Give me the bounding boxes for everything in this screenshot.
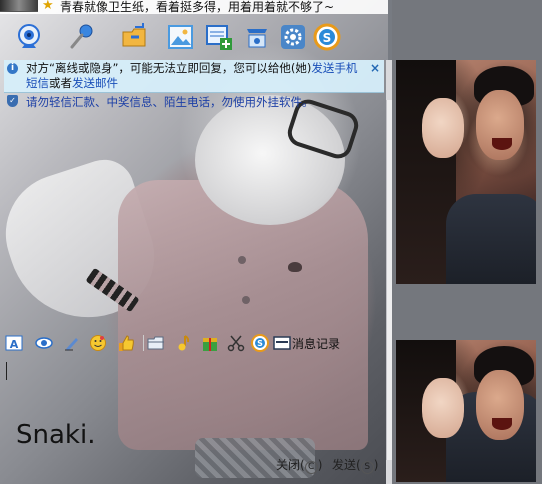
font-icon[interactable]: A [4,334,24,352]
settings-icon[interactable] [278,22,308,52]
voice-call-icon[interactable] [66,22,96,52]
contact-avatar[interactable] [0,0,38,12]
photo-face-left [422,378,464,438]
add-app-icon[interactable] [204,22,234,52]
screen-icon[interactable] [272,334,292,352]
input-toolbar: A S 消息记录 [0,332,388,354]
chat-toolbar: S [0,22,388,58]
svg-text:S: S [257,339,263,348]
gift-icon[interactable] [200,334,220,352]
background-photo-button [238,256,246,264]
scissors-icon[interactable] [226,334,246,352]
message-history-button[interactable]: 消息记录 [292,335,340,352]
photo-face-left [422,98,464,158]
image-icon[interactable] [166,22,196,52]
remote-assist-icon[interactable] [242,22,272,52]
security-icon[interactable]: S [250,334,270,352]
folder-icon[interactable] [146,334,166,352]
video-call-icon[interactable] [14,22,44,52]
thumb-icon[interactable] [116,334,136,352]
close-icon[interactable]: × [370,61,380,76]
self-show-photo[interactable] [396,340,536,482]
offline-notice: i 对方“离线或隐身”，可能无法立即回复，您可以给他(她)发送手机短信或者发送邮… [4,60,384,93]
svg-text:S: S [323,31,332,45]
contact-status-bar: ★ 青春就像卫生纸，看着挺多得，用着用着就不够了~ [0,0,388,14]
background-photo-button [242,296,250,304]
send-mail-link[interactable]: 发送邮件 [72,76,118,90]
music-icon[interactable] [172,334,192,352]
qq-security-icon[interactable]: S [312,22,342,52]
contact-signature: 青春就像卫生纸，看着挺多得，用着用着就不够了~ [60,0,335,14]
photo-body [446,194,536,284]
side-panel [392,0,542,484]
close-button-label: 关闭( [276,458,305,472]
input-caret [6,362,7,380]
edit-icon[interactable] [62,334,82,352]
close-button[interactable]: 关闭(C) [276,456,322,474]
eye-icon[interactable] [34,334,54,352]
security-warning-text: 请勿轻信汇款、中奖信息、陌生电话，勿使用外挂软件。 [26,95,314,109]
chat-window: ★ 青春就像卫生纸，看着挺多得，用着用着就不够了~ S i 对方“离线或隐身”，… [0,0,388,484]
shield-icon: ✓ [7,95,18,107]
send-file-icon[interactable] [120,22,150,52]
background-photo-logo [288,262,302,272]
toolbar-separator [143,335,144,351]
info-icon: i [7,63,18,74]
close-shortcut: C [304,461,318,474]
emoji-icon[interactable] [88,334,108,352]
signature-art: Snaki. [16,420,96,450]
send-shortcut: S [360,461,374,474]
notice-text: 对方“离线或隐身”，可能无法立即回复，您可以给他(她)发送手机短信或者发送邮件 [26,61,366,91]
contact-show-photo[interactable] [396,60,536,284]
notice-text-middle: 或者 [49,76,72,90]
star-icon: ★ [42,0,54,13]
send-button-label: 发送( [332,458,361,472]
notice-text-prefix: 对方“离线或隐身”，可能无法立即回复，您可以给他(她) [26,61,312,75]
svg-text:A: A [10,338,19,351]
photo-mouth [492,418,512,430]
security-warning: ✓ 请勿轻信汇款、中奖信息、陌生电话，勿使用外挂软件。 [4,93,384,109]
photo-mouth [492,138,512,150]
send-button[interactable]: 发送(S) [332,456,378,474]
